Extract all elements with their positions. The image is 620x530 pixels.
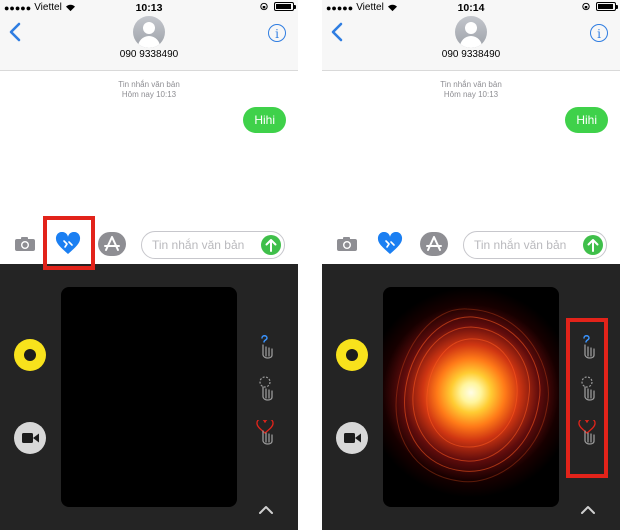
video-camera-icon [22, 433, 39, 443]
screenshot-left: ●●●●● Viettel 10:13 090 9338490 i Tin nh… [0, 0, 298, 530]
compose-bar: Tin nhắn văn bản [322, 222, 620, 264]
record-icon [24, 349, 36, 361]
drawing-canvas[interactable] [383, 287, 559, 507]
digital-touch-panel [0, 264, 298, 530]
status-right-group [582, 2, 618, 11]
highlight-box-heart [43, 216, 95, 270]
video-camera-icon [344, 433, 361, 443]
message-date-label: Hôm nay 10:13 [121, 90, 177, 99]
status-time: 10:14 [457, 2, 485, 14]
status-bar: ●●●●● Viettel 10:14 [322, 2, 620, 16]
battery-icon [596, 2, 618, 11]
contact-number[interactable]: 090 9338490 [322, 49, 620, 60]
message-placeholder: Tin nhắn văn bản [474, 238, 567, 252]
send-arrow-icon [265, 239, 277, 252]
thread-meta: Tin nhắn văn bản Hôm nay 10:13 [322, 80, 620, 100]
video-button[interactable] [14, 422, 46, 454]
app-store-icon [426, 236, 442, 251]
digital-touch-panel [322, 264, 620, 530]
avatar-body [138, 36, 160, 48]
info-icon[interactable]: i [590, 24, 608, 42]
back-chevron-icon[interactable] [330, 22, 344, 42]
chevron-up-icon[interactable] [580, 504, 596, 516]
rotation-lock-icon [260, 2, 268, 11]
rotation-lock-icon [582, 2, 590, 11]
thread-meta: Tin nhắn văn bản Hôm nay 10:13 [0, 80, 298, 100]
back-chevron-icon[interactable] [8, 22, 22, 42]
battery-icon [274, 2, 296, 11]
drawing-canvas[interactable] [61, 287, 237, 507]
camera-icon[interactable] [14, 236, 36, 252]
send-button[interactable] [583, 235, 603, 255]
contact-number[interactable]: 090 9338490 [0, 49, 298, 60]
send-button[interactable] [261, 235, 281, 255]
highlight-box-gestures [566, 318, 608, 478]
chevron-up-icon[interactable] [258, 504, 274, 516]
send-arrow-icon [587, 239, 599, 252]
camera-icon[interactable] [336, 236, 358, 252]
tap-gesture-icon [261, 335, 273, 359]
status-bar: ●●●●● Viettel 10:13 [0, 2, 298, 16]
screenshot-right: ●●●●● Viettel 10:14 090 9338490 i Tin nh… [322, 0, 620, 530]
message-type-label: Tin nhắn văn bản [118, 80, 180, 89]
digital-touch-heart-icon[interactable] [377, 232, 403, 256]
fireball-rings [395, 308, 549, 483]
message-input[interactable]: Tin nhắn văn bản [463, 231, 607, 259]
avatar-body [460, 36, 482, 48]
heartbreak-gesture-icon [256, 420, 274, 445]
contact-avatar[interactable] [455, 16, 487, 48]
info-icon[interactable]: i [268, 24, 286, 42]
avatar-person-icon [143, 22, 155, 34]
video-button[interactable] [336, 422, 368, 454]
record-icon [346, 349, 358, 361]
status-right-group [260, 2, 296, 11]
message-type-label: Tin nhắn văn bản [440, 80, 502, 89]
record-button[interactable] [336, 339, 368, 371]
app-store-icon [104, 236, 120, 251]
avatar-person-icon [465, 22, 477, 34]
app-store-button[interactable] [98, 232, 126, 256]
conversation-header: ●●●●● Viettel 10:13 090 9338490 i [0, 0, 298, 71]
message-bubble[interactable]: Hihi [565, 107, 608, 133]
message-bubble[interactable]: Hihi [243, 107, 286, 133]
app-store-button[interactable] [420, 232, 448, 256]
message-placeholder: Tin nhắn văn bản [152, 238, 245, 252]
message-input[interactable]: Tin nhắn văn bản [141, 231, 285, 259]
record-button[interactable] [14, 339, 46, 371]
status-time: 10:13 [135, 2, 163, 14]
contact-avatar[interactable] [133, 16, 165, 48]
kiss-gesture-icon [259, 376, 273, 401]
message-date-label: Hôm nay 10:13 [443, 90, 499, 99]
conversation-header: ●●●●● Viettel 10:14 090 9338490 i [322, 0, 620, 71]
